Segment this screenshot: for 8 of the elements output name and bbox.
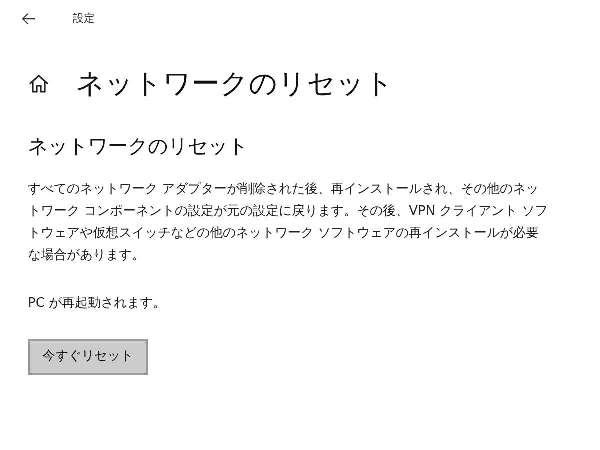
page-title: ネットワークのリセット (76, 70, 394, 98)
window-title: 設定 (73, 10, 95, 27)
section-heading: ネットワークのリセット (28, 134, 249, 159)
home-icon[interactable] (28, 74, 50, 94)
back-arrow-icon (22, 13, 36, 25)
reset-now-button[interactable]: 今すぐリセット (28, 339, 148, 375)
restart-note: PC が再起動されます。 (28, 295, 168, 313)
description-text: すべてのネットワーク アダプターが削除された後、再インストールされ、その他のネットワーク コンポーネントの設定が元の設定に戻ります。その後、VPN クライアント ソフトウェアや仮想スイッチなどの他のネットワーク ソフトウェアの再インストールが必要な場合があります。 (28, 181, 548, 265)
